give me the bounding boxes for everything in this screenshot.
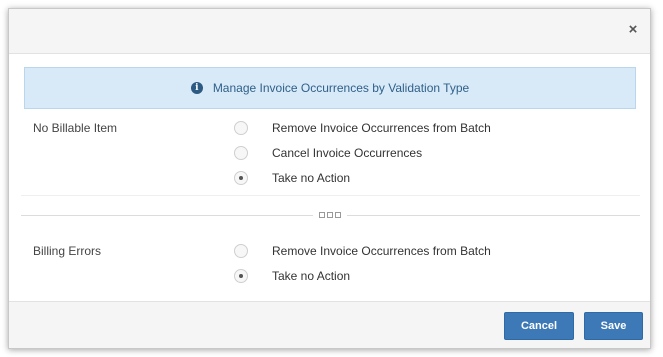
radio-label: Take no Action bbox=[272, 171, 351, 185]
info-banner: i Manage Invoice Occurrences by Validati… bbox=[24, 67, 636, 109]
banner-text: Manage Invoice Occurrences by Validation… bbox=[212, 81, 470, 95]
section-label-no-billable-item: No Billable Item bbox=[33, 121, 118, 135]
modal-footer: Cancel Save bbox=[9, 301, 650, 348]
radio-option[interactable]: Take no Action bbox=[234, 170, 350, 186]
section-divider bbox=[21, 195, 640, 196]
radio-option[interactable]: Remove Invoice Occurrences from Batch bbox=[234, 120, 491, 136]
radio-option[interactable]: Cancel Invoice Occurrences bbox=[234, 145, 422, 161]
modal-header: × bbox=[9, 9, 650, 54]
radio-button[interactable] bbox=[234, 244, 248, 258]
section-label-billing-errors: Billing Errors bbox=[33, 244, 102, 258]
radio-button[interactable] bbox=[234, 146, 248, 160]
collapse-handle-icon[interactable] bbox=[313, 210, 347, 220]
radio-button[interactable] bbox=[234, 171, 248, 185]
radio-label: Remove Invoice Occurrences from Batch bbox=[272, 121, 491, 135]
radio-label: Cancel Invoice Occurrences bbox=[272, 146, 423, 160]
radio-button[interactable] bbox=[234, 269, 248, 283]
radio-option[interactable]: Remove Invoice Occurrences from Batch bbox=[234, 243, 491, 259]
cancel-button[interactable]: Cancel bbox=[504, 312, 574, 340]
radio-label: Take no Action bbox=[272, 269, 351, 283]
close-icon[interactable]: × bbox=[626, 22, 640, 37]
radio-button[interactable] bbox=[234, 121, 248, 135]
save-button[interactable]: Save bbox=[584, 312, 643, 340]
modal-dialog: × i Manage Invoice Occurrences by Valida… bbox=[8, 8, 651, 349]
radio-label: Remove Invoice Occurrences from Batch bbox=[272, 244, 491, 258]
info-icon: i bbox=[190, 82, 203, 94]
radio-option[interactable]: Take no Action bbox=[234, 268, 350, 284]
